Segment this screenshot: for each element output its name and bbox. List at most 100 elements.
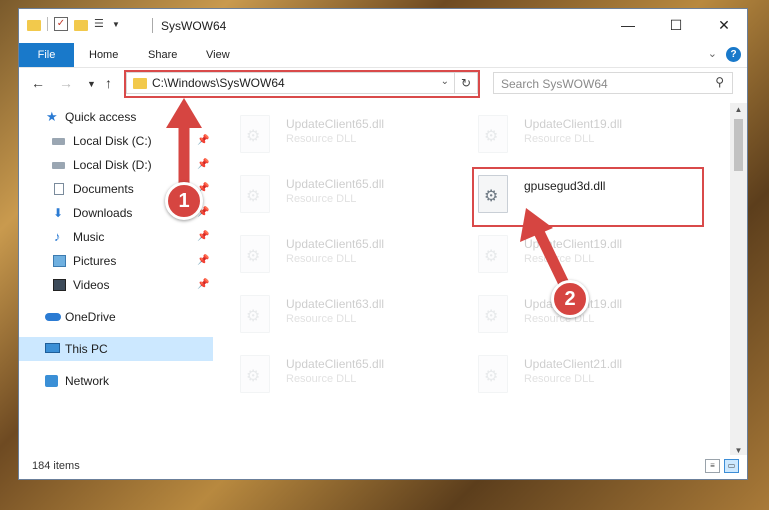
- pictures-icon: [53, 255, 66, 267]
- scroll-up-icon[interactable]: ▲: [730, 105, 747, 114]
- file-name: UpdateClient65.dll: [286, 117, 385, 131]
- customize-icon[interactable]: ☰: [94, 18, 106, 30]
- dll-file-icon: ⚙: [478, 295, 508, 333]
- nav-item-label: Local Disk (C:): [73, 134, 152, 148]
- forward-arrow-icon[interactable]: →: [59, 75, 73, 91]
- file-item[interactable]: ⚙ UpdateClient19.dll Resource DLL: [465, 107, 695, 157]
- gear-icon: ⚙: [484, 248, 499, 265]
- step-1-callout: 1: [165, 182, 203, 220]
- nav-item-local-disk-d[interactable]: Local Disk (D:) 📌: [19, 153, 213, 177]
- vertical-scrollbar[interactable]: ▲ ▼: [730, 103, 747, 455]
- nav-item-label: Videos: [73, 278, 110, 292]
- details-view-icon[interactable]: ≡: [705, 459, 720, 473]
- gear-icon: ⚙: [484, 128, 499, 145]
- up-arrow-icon[interactable]: ↑: [105, 75, 112, 91]
- pin-icon[interactable]: 📌: [197, 129, 209, 153]
- address-highlight-box: [124, 70, 480, 98]
- gear-icon: ⚙: [484, 308, 499, 325]
- gear-icon: ⚙: [484, 368, 499, 385]
- pin-icon[interactable]: 📌: [197, 273, 209, 297]
- dll-file-icon: ⚙: [478, 115, 508, 153]
- documents-icon: [54, 183, 64, 195]
- scroll-down-icon[interactable]: ▼: [730, 446, 747, 455]
- nav-item-label: Music: [73, 230, 105, 244]
- file-item[interactable]: ⚙ UpdateClient63.dll Resource DLL: [227, 287, 457, 337]
- pin-icon[interactable]: 📌: [197, 225, 209, 249]
- file-type: Resource DLL: [524, 373, 595, 385]
- large-icons-view-icon[interactable]: ▭: [724, 459, 739, 473]
- help-icon[interactable]: ?: [726, 47, 741, 62]
- nav-item-quick-access[interactable]: ★ Quick access: [19, 105, 213, 129]
- nav-item-label: Documents: [73, 182, 134, 196]
- folder-icon: [27, 19, 41, 31]
- item-count: 184 items: [32, 460, 80, 472]
- tab-home[interactable]: Home: [89, 43, 118, 67]
- file-name: UpdateClient21.dll: [524, 357, 623, 371]
- dll-file-icon: ⚙: [478, 235, 508, 273]
- new-folder-icon[interactable]: [74, 19, 88, 31]
- file-name: UpdateClient65.dll: [286, 357, 385, 371]
- gear-icon: ⚙: [246, 248, 261, 265]
- title-bar: ✓ ☰ ▼ SysWOW64 — ☐ ✕: [19, 9, 747, 43]
- file-type: Resource DLL: [286, 373, 357, 385]
- pin-icon[interactable]: 📌: [197, 249, 209, 273]
- divider: [47, 17, 48, 31]
- step-2-callout: 2: [551, 280, 589, 318]
- window-title: SysWOW64: [161, 19, 227, 33]
- tab-share[interactable]: Share: [148, 43, 177, 67]
- dll-file-icon: ⚙: [240, 115, 270, 153]
- file-name: UpdateClient63.dll: [286, 297, 385, 311]
- file-name: UpdateClient19.dll: [524, 237, 623, 251]
- nav-item-label: Quick access: [65, 110, 137, 124]
- file-item[interactable]: ⚙ UpdateClient65.dll Resource DLL: [227, 167, 457, 217]
- file-item[interactable]: ⚙ UpdateClient21.dll Resource DLL: [465, 347, 695, 397]
- nav-item-onedrive[interactable]: OneDrive: [19, 305, 213, 329]
- minimize-button[interactable]: —: [605, 9, 651, 41]
- drive-icon: [52, 138, 65, 145]
- nav-item-label: Local Disk (D:): [73, 158, 152, 172]
- maximize-button[interactable]: ☐: [653, 9, 699, 41]
- nav-item-label: Downloads: [73, 206, 133, 220]
- file-type: Resource DLL: [286, 193, 357, 205]
- search-input[interactable]: Search SysWOW64 ⚲: [493, 72, 733, 94]
- tab-file[interactable]: File: [19, 43, 74, 67]
- gear-icon: ⚙: [246, 368, 261, 385]
- close-button[interactable]: ✕: [701, 9, 747, 41]
- view-toggle: ≡ ▭: [705, 459, 739, 473]
- nav-item-label: Pictures: [73, 254, 117, 268]
- nav-item-this-pc[interactable]: This PC: [19, 337, 213, 361]
- file-item[interactable]: ⚙ UpdateClient19.dll Resource DLL: [465, 227, 695, 277]
- star-icon: ★: [46, 109, 58, 124]
- nav-item-music[interactable]: ♪ Music 📌: [19, 225, 213, 249]
- nav-item-videos[interactable]: Videos 📌: [19, 273, 213, 297]
- properties-check-icon[interactable]: ✓: [54, 17, 68, 31]
- nav-item-local-disk-c[interactable]: Local Disk (C:) 📌: [19, 129, 213, 153]
- recent-locations-icon[interactable]: ▼: [87, 79, 96, 89]
- pin-icon[interactable]: 📌: [197, 153, 209, 177]
- scrollbar-thumb[interactable]: [734, 119, 743, 171]
- dll-file-icon: ⚙: [240, 175, 270, 213]
- downloads-icon: ⬇: [53, 206, 64, 220]
- search-placeholder: Search SysWOW64: [501, 77, 608, 91]
- file-type: Resource DLL: [286, 133, 357, 145]
- file-item[interactable]: ⚙ UpdateClient65.dll Resource DLL: [227, 347, 457, 397]
- nav-item-network[interactable]: Network: [19, 369, 213, 393]
- file-highlight-box: [472, 167, 704, 227]
- file-name: UpdateClient19.dll: [524, 117, 623, 131]
- tab-view[interactable]: View: [206, 43, 230, 67]
- nav-item-pictures[interactable]: Pictures 📌: [19, 249, 213, 273]
- dll-file-icon: ⚙: [240, 235, 270, 273]
- chevron-down-icon[interactable]: ▼: [112, 20, 120, 29]
- divider: [152, 18, 153, 33]
- file-type: Resource DLL: [524, 133, 595, 145]
- onedrive-icon: [45, 313, 61, 321]
- file-name: UpdateClient65.dll: [286, 177, 385, 191]
- file-item[interactable]: ⚙ UpdateClient65.dll Resource DLL: [227, 227, 457, 277]
- expand-ribbon-icon[interactable]: ⌄: [708, 47, 717, 60]
- ribbon-tabs: File Home Share View ⌄ ?: [19, 43, 747, 68]
- search-icon[interactable]: ⚲: [715, 75, 724, 89]
- file-item[interactable]: ⚙ UpdateClient65.dll Resource DLL: [227, 107, 457, 157]
- dll-file-icon: ⚙: [240, 295, 270, 333]
- back-arrow-icon[interactable]: ←: [31, 75, 45, 91]
- nav-item-label: Network: [65, 374, 110, 388]
